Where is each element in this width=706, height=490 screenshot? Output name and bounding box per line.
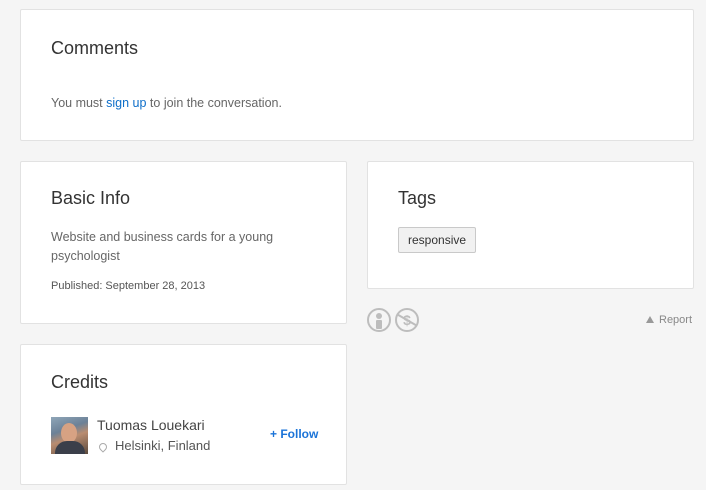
- basic-info-title: Basic Info: [51, 188, 131, 208]
- project-description: Website and business cards for a young p…: [51, 230, 274, 263]
- user-location: Helsinki, Finland: [97, 438, 210, 453]
- report-label: Report: [659, 314, 693, 326]
- credits-title: Credits: [51, 372, 109, 392]
- credits-card: Credits Tuomas Louekari Helsinki, Finlan…: [20, 344, 347, 485]
- comments-message: You must sign up to join the conversatio…: [51, 96, 282, 110]
- attribution-icon[interactable]: [367, 308, 391, 332]
- tag-responsive[interactable]: responsive: [398, 227, 477, 253]
- basic-info-card: Basic Info Website and business cards fo…: [20, 161, 347, 324]
- user-name[interactable]: Tuomas Louekari: [97, 417, 205, 433]
- comments-card: Comments You must sign up to join the co…: [20, 9, 694, 141]
- comments-message-prefix: You must: [51, 96, 107, 110]
- tags-card: Tags responsive: [367, 161, 694, 289]
- noncommercial-icon[interactable]: $: [395, 308, 419, 332]
- report-link[interactable]: Report: [646, 314, 692, 326]
- tags-title: Tags: [398, 188, 437, 208]
- comments-message-suffix: to join the conversation.: [146, 96, 282, 110]
- avatar[interactable]: [51, 417, 88, 454]
- follow-button[interactable]: + Follow: [270, 427, 318, 441]
- location-pin-icon: [97, 440, 109, 453]
- warning-icon: [646, 316, 654, 323]
- comments-title: Comments: [51, 38, 139, 58]
- sign-up-link[interactable]: sign up: [106, 96, 146, 110]
- user-location-text: Helsinki, Finland: [115, 438, 211, 453]
- published-date: Published: September 28, 2013: [51, 280, 206, 292]
